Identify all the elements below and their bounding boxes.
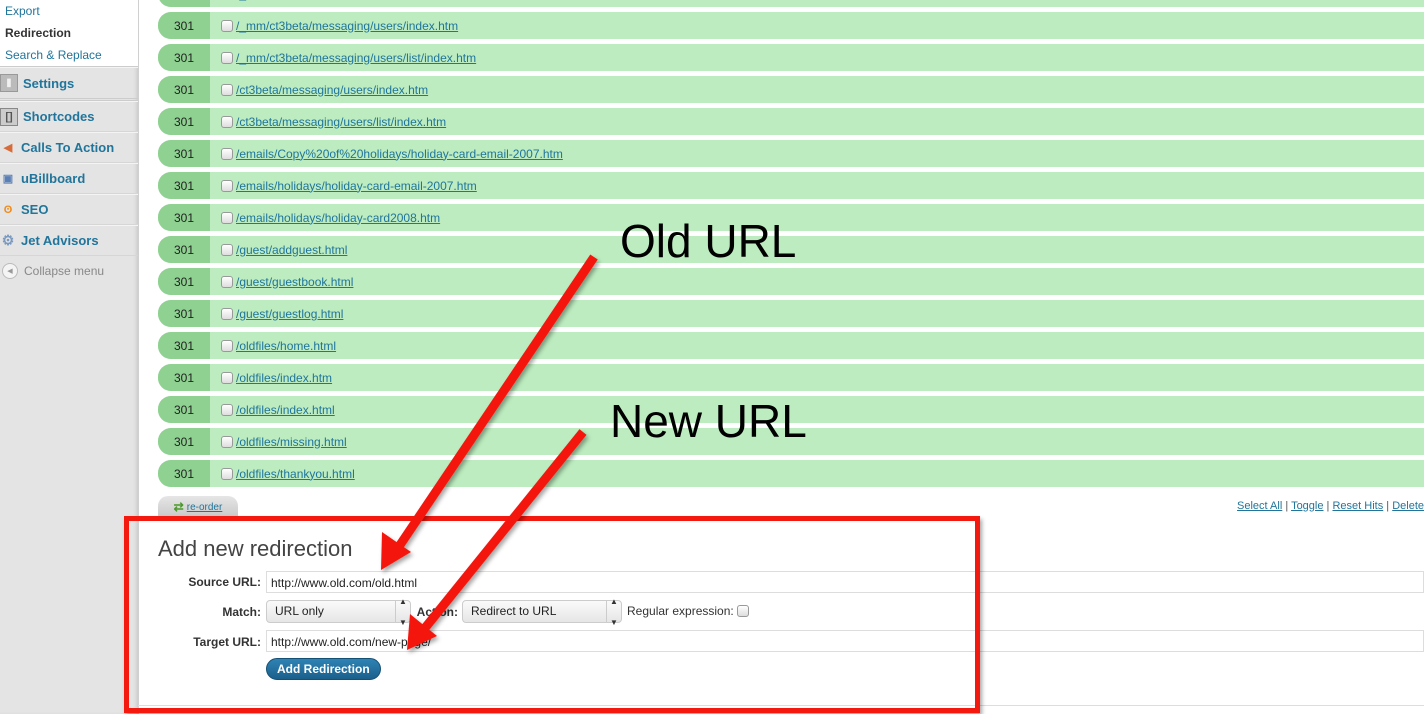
row-checkbox[interactable] (221, 403, 233, 416)
submenu-search-replace[interactable]: Search & Replace (0, 44, 138, 66)
annotation-highlight-box (124, 516, 980, 713)
redirect-url-link[interactable]: /_mm/ct3beta/index.htm (236, 0, 364, 1)
billboard-icon: ▣ (2, 173, 14, 185)
sidebar-item-label: Calls To Action (21, 140, 115, 155)
reorder-link[interactable]: re-order (187, 502, 223, 513)
redirect-row: 301 /_mm/ct3beta/messaging/users/index.ht… (158, 12, 1424, 39)
status-code: 301 (158, 460, 210, 487)
status-code: 301 (158, 172, 210, 199)
sidebar-item-label: Jet Advisors (21, 233, 99, 248)
redirect-url-link[interactable]: /ct3beta/messaging/users/list/index.htm (236, 115, 446, 129)
redirect-url-link[interactable]: /oldfiles/index.html (236, 403, 335, 417)
status-code: 301 (158, 44, 210, 71)
row-checkbox[interactable] (221, 115, 233, 128)
status-code: 301 (158, 236, 210, 263)
redirect-row: 301/ct3beta/messaging/users/list/index.h… (158, 108, 1424, 135)
status-code: 301 (158, 268, 210, 295)
sidebar-item-ubillboard[interactable]: ▣ uBillboard (0, 163, 138, 194)
row-checkbox[interactable] (221, 307, 233, 320)
redirect-url-link[interactable]: /guest/addguest.html (236, 243, 347, 257)
tools-submenu: Export Redirection Search & Replace (0, 0, 138, 67)
redirect-url-link[interactable]: /emails/holidays/holiday-card-email-2007… (236, 179, 477, 193)
redirect-url-link[interactable]: /guest/guestlog.html (236, 307, 343, 321)
sidebar-item-label: Settings (23, 75, 75, 91)
sidebar-item-calls-to-action[interactable]: ◀ Calls To Action (0, 132, 138, 163)
redirect-row: 301 /_mm/ct3beta/index.htm (158, 0, 1424, 7)
redirect-url-link[interactable]: /emails/holidays/holiday-card2008.htm (236, 211, 440, 225)
redirect-row: 301/oldfiles/index.htm (158, 364, 1424, 391)
row-checkbox[interactable] (221, 147, 233, 160)
status-code: 301 (158, 204, 210, 231)
redirect-row: 301 /_mm/ct3beta/messaging/users/list/ind… (158, 44, 1424, 71)
sidebar-item-seo[interactable]: ʘ SEO (0, 194, 138, 225)
row-checkbox[interactable] (221, 467, 233, 480)
status-code: 301 (158, 76, 210, 103)
annotation-old-url: Old URL (620, 215, 797, 267)
status-code: 301 (158, 332, 210, 359)
gear-icon: ⚙ (1, 232, 15, 248)
redirect-row: 301/ct3beta/messaging/users/index.htm (158, 76, 1424, 103)
sidebar-item-label: Shortcodes (23, 109, 95, 124)
sidebar-item-label: uBillboard (21, 171, 86, 186)
redirect-row: 301/oldfiles/thankyou.html (158, 460, 1424, 487)
sidebar-item-jet-advisors[interactable]: ⚙ Jet Advisors (0, 225, 138, 256)
row-checkbox[interactable] (221, 275, 233, 288)
row-checkbox[interactable] (221, 211, 233, 224)
redirect-row: 301/oldfiles/home.html (158, 332, 1424, 359)
admin-sidebar: Export Redirection Search & Replace ⫼ Se… (0, 0, 139, 714)
status-code: 301 (158, 0, 210, 7)
redirect-url-link[interactable]: /oldfiles/home.html (236, 339, 336, 353)
status-code: 301 (158, 300, 210, 327)
collapse-arrow-icon: ◀ (2, 263, 18, 279)
bulk-actions: Select All | Toggle | Reset Hits | Delet… (1237, 500, 1424, 512)
annotation-new-url: New URL (610, 395, 807, 447)
reset-hits-link[interactable]: Reset Hits (1332, 500, 1383, 512)
row-checkbox[interactable] (221, 83, 233, 96)
select-all-link[interactable]: Select All (1237, 500, 1282, 512)
submenu-redirection[interactable]: Redirection (0, 22, 138, 44)
row-checkbox[interactable] (221, 179, 233, 192)
redirect-row: 301/guest/guestbook.html (158, 268, 1424, 295)
row-checkbox[interactable] (221, 51, 233, 64)
megaphone-icon: ◀ (3, 142, 13, 154)
redirect-row: 301/guest/guestlog.html (158, 300, 1424, 327)
delete-link[interactable]: Delete (1392, 500, 1424, 512)
row-checkbox[interactable] (221, 19, 233, 32)
redirect-url-link[interactable]: /oldfiles/thankyou.html (236, 467, 355, 481)
redirect-url-link[interactable]: /emails/Copy%20of%20holidays/holiday-car… (236, 147, 563, 161)
shortcodes-icon: [] (0, 107, 18, 126)
redirect-url-link[interactable]: /ct3beta/messaging/users/index.htm (236, 83, 428, 97)
status-code: 301 (158, 428, 210, 455)
row-checkbox[interactable] (221, 243, 233, 256)
seo-icon: ʘ (3, 203, 13, 216)
redirect-row: 301/emails/Copy%20of%20holidays/holiday-… (158, 140, 1424, 167)
row-checkbox[interactable] (221, 339, 233, 352)
refresh-icon: ⇄ (173, 500, 184, 514)
sidebar-item-label: SEO (21, 202, 49, 217)
collapse-menu-label: Collapse menu (24, 264, 105, 278)
sidebar-item-settings[interactable]: ⫼ Settings (0, 67, 138, 101)
sidebar-item-shortcodes[interactable]: [] Shortcodes (0, 101, 138, 132)
settings-icon: ⫼ (0, 74, 18, 92)
row-checkbox[interactable] (221, 435, 233, 448)
separator: | (1326, 500, 1330, 512)
redirect-url-link[interactable]: /guest/guestbook.html (236, 275, 353, 289)
status-code: 301 (158, 396, 210, 423)
status-code: 301 (158, 12, 210, 39)
toggle-link[interactable]: Toggle (1291, 500, 1323, 512)
separator: | (1386, 500, 1390, 512)
separator: | (1285, 500, 1289, 512)
status-code: 301 (158, 364, 210, 391)
collapse-menu-button[interactable]: ◀ Collapse menu (0, 256, 138, 286)
redirect-url-link[interactable]: /_mm/ct3beta/messaging/users/list/index.… (236, 51, 476, 65)
row-checkbox[interactable] (221, 371, 233, 384)
status-code: 301 (158, 140, 210, 167)
redirect-row: 301/emails/holidays/holiday-card-email-2… (158, 172, 1424, 199)
redirect-url-link[interactable]: /oldfiles/index.htm (236, 371, 332, 385)
submenu-export[interactable]: Export (0, 0, 138, 22)
redirect-url-link[interactable]: /_mm/ct3beta/messaging/users/index.htm (236, 19, 458, 33)
status-code: 301 (158, 108, 210, 135)
redirect-url-link[interactable]: /oldfiles/missing.html (236, 435, 347, 449)
reorder-button[interactable]: ⇄ re-order (158, 496, 238, 518)
